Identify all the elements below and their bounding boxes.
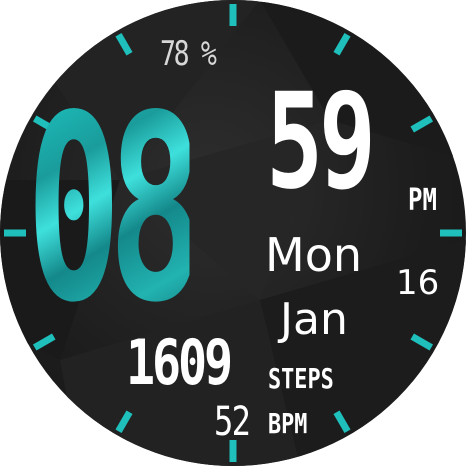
minute-display: 59 (266, 65, 376, 219)
heart-rate-label: BPM (268, 407, 308, 440)
heart-rate-value: 52 (214, 399, 251, 445)
hour-display: 08 (26, 61, 203, 359)
watch-face: 78 % 08 59 PM Mon 16 Jan 1609 STEPS 52 B… (0, 0, 466, 466)
steps-label: STEPS (268, 362, 334, 395)
step-count: 1609 (126, 326, 233, 399)
ampm-indicator: PM (408, 183, 437, 218)
weekday-label: Mon (265, 228, 362, 282)
day-of-month: 16 (396, 263, 440, 303)
month-label: Jan (280, 294, 348, 345)
